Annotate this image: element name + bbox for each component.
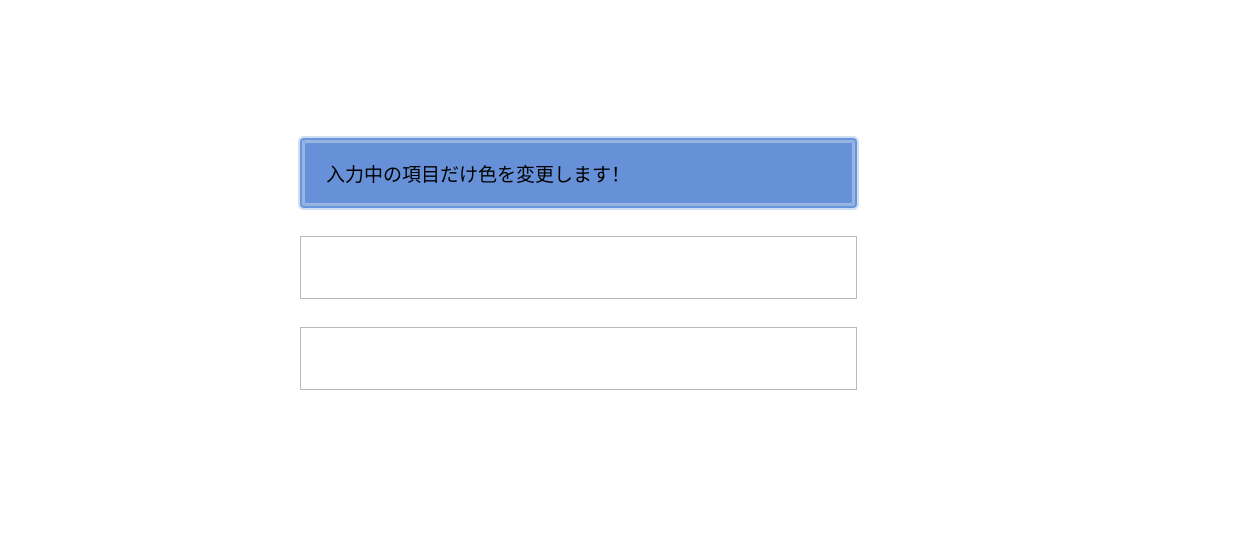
- text-field-1[interactable]: [300, 138, 857, 208]
- form-container: [300, 138, 857, 418]
- text-field-1-wrap: [300, 138, 857, 208]
- text-field-3[interactable]: [300, 327, 857, 390]
- text-field-2[interactable]: [300, 236, 857, 299]
